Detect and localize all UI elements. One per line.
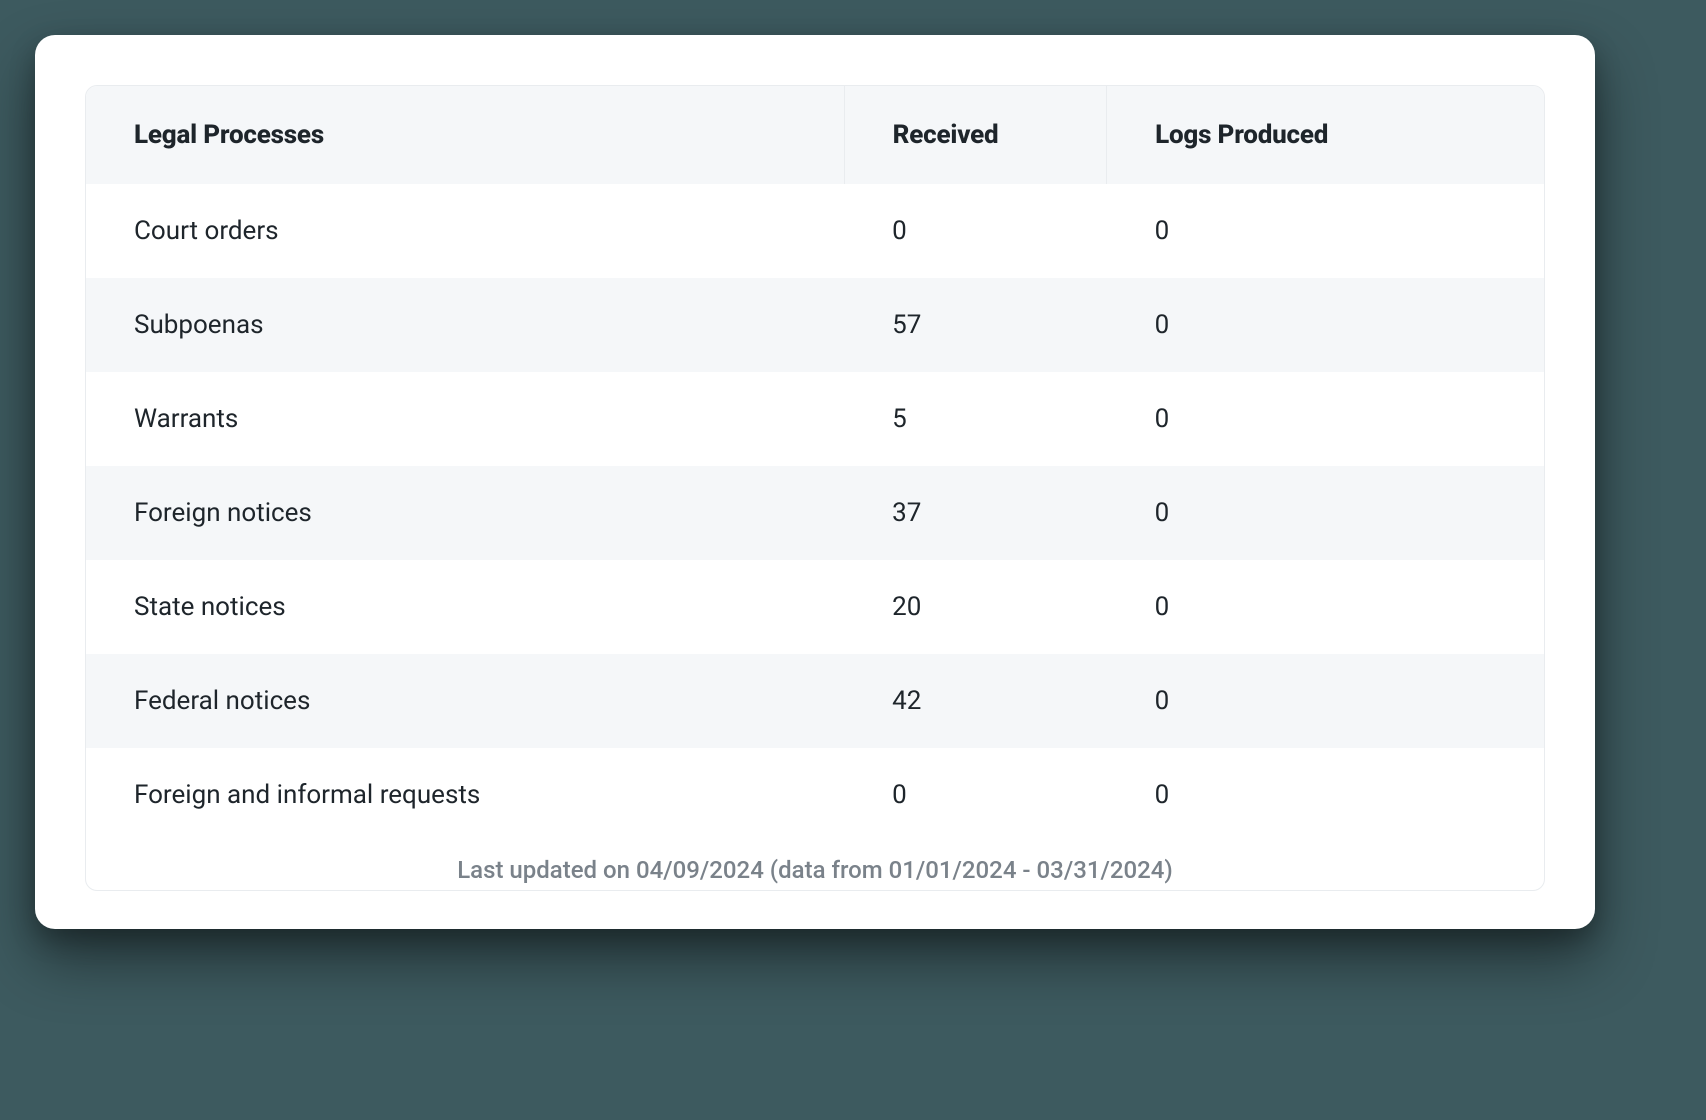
cell-received: 0 [844,184,1106,278]
table-header-row: Legal Processes Received Logs Produced [86,86,1544,184]
cell-received: 42 [844,654,1106,748]
last-updated-note: Last updated on 04/09/2024 (data from 01… [86,842,1544,890]
cell-received: 0 [844,748,1106,842]
cell-logs: 0 [1107,748,1544,842]
cell-legal: Federal notices [86,654,844,748]
cell-received: 5 [844,372,1106,466]
col-header-logs: Logs Produced [1107,86,1544,184]
cell-logs: 0 [1107,278,1544,372]
cell-logs: 0 [1107,466,1544,560]
cell-legal: Court orders [86,184,844,278]
table-row: Foreign notices 37 0 [86,466,1544,560]
col-header-received: Received [844,86,1106,184]
cell-received: 57 [844,278,1106,372]
cell-logs: 0 [1107,654,1544,748]
cell-logs: 0 [1107,184,1544,278]
table-row: Federal notices 42 0 [86,654,1544,748]
cell-legal: Warrants [86,372,844,466]
cell-legal: Subpoenas [86,278,844,372]
col-header-legal: Legal Processes [86,86,844,184]
table-row: Warrants 5 0 [86,372,1544,466]
table-row: Subpoenas 57 0 [86,278,1544,372]
cell-legal: State notices [86,560,844,654]
table-row: Court orders 0 0 [86,184,1544,278]
table-row: Foreign and informal requests 0 0 [86,748,1544,842]
cell-received: 20 [844,560,1106,654]
cell-legal: Foreign notices [86,466,844,560]
legal-processes-table: Legal Processes Received Logs Produced C… [86,86,1544,842]
table-row: State notices 20 0 [86,560,1544,654]
cell-legal: Foreign and informal requests [86,748,844,842]
report-card: Legal Processes Received Logs Produced C… [35,35,1595,929]
cell-logs: 0 [1107,372,1544,466]
legal-processes-table-wrap: Legal Processes Received Logs Produced C… [85,85,1545,891]
cell-logs: 0 [1107,560,1544,654]
cell-received: 37 [844,466,1106,560]
